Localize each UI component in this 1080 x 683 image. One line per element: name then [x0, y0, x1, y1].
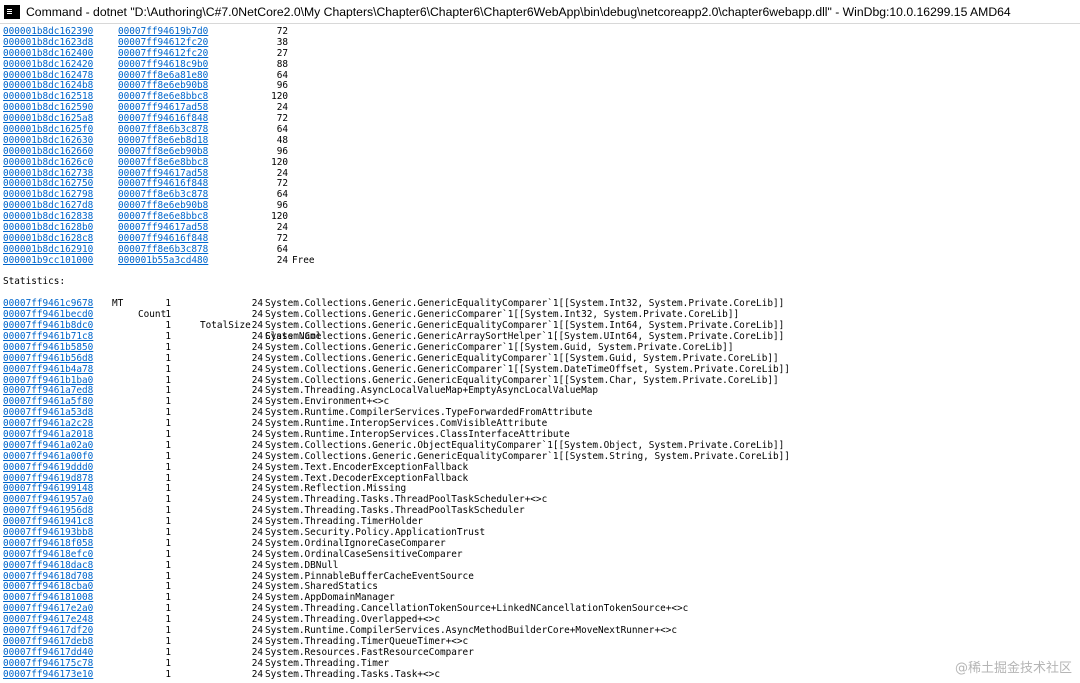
total-size: 24	[251, 363, 263, 375]
object-count: 1	[165, 657, 171, 669]
statistics-row: 00007ff946175c78 1 24 System.Threading.Time…	[3, 657, 1080, 670]
total-size: 24	[251, 461, 263, 473]
object-count: 1	[165, 450, 171, 462]
method-table-link[interactable]: 00007ff946173e10	[3, 669, 93, 681]
object-size: 24	[276, 254, 288, 266]
object-address-link[interactable]: 000001b9cc101000	[3, 255, 93, 267]
statistics-row: 00007ff94618dac8 1 24 System.DBNull	[3, 559, 1080, 572]
statistics-row: 00007ff9461b56d8 1 24 System.Collections.Ge…	[3, 352, 1080, 365]
object-count: 1	[165, 559, 171, 571]
total-size: 24	[251, 559, 263, 571]
class-name: System.Collections.Generic.GenericEquali…	[265, 352, 779, 364]
class-name: System.DBNull	[265, 559, 339, 571]
total-size: 24	[251, 352, 263, 364]
method-table-link[interactable]: 00007ff94618dac8	[3, 560, 93, 572]
total-size: 24	[251, 668, 263, 680]
object-size: 120	[271, 156, 288, 168]
heap-object-list: 000001b8dc162390 00007ff94619b7d0 72 000001…	[3, 26, 1080, 267]
total-size: 24	[251, 450, 263, 462]
object-address-link[interactable]: 000001b8dc1626c0	[3, 157, 93, 169]
class-name: System.Text.EncoderExceptionFallback	[265, 461, 469, 473]
class-name: System.Collections.Generic.GenericCompar…	[265, 363, 790, 375]
command-output[interactable]: 000001b8dc162390 00007ff94619b7d0 72 000001…	[3, 26, 1080, 683]
object-count: 1	[165, 363, 171, 375]
object-count: 1	[165, 668, 171, 680]
window-title-bar[interactable]: Command - dotnet "D:\Authoring\C#7.0NetC…	[0, 0, 1080, 24]
statistics-list: 00007ff9461c9678 1 24 System.Collections.Ge…	[3, 298, 1080, 681]
class-name: System.Threading.Tasks.Task+<>c	[265, 668, 440, 680]
statistics-row: 00007ff94619ddd0 1 24 System.Text.EncoderEx…	[3, 461, 1080, 474]
heap-object-row: 000001b8dc1626c0 00007ff8e6e8bbc8 120	[3, 156, 1080, 169]
heap-object-row: 000001b9cc101000 000001b55a3cd480 24 Free	[3, 254, 1080, 267]
object-address-link[interactable]: 000001b8dc162420	[3, 59, 93, 71]
method-table-link[interactable]: 00007ff94619ddd0	[3, 462, 93, 474]
object-size: 88	[276, 58, 288, 70]
statistics-row: 00007ff9461b4a78 1 24 System.Collections.Ge…	[3, 363, 1080, 376]
method-table-link[interactable]: 00007ff8e6e8bbc8	[118, 157, 208, 169]
statistics-row: 00007ff9461a00f0 1 24 System.Collections.Ge…	[3, 450, 1080, 463]
window-title: Command - dotnet "D:\Authoring\C#7.0NetC…	[26, 4, 1011, 19]
object-count: 1	[165, 352, 171, 364]
statistics-label: Statistics:	[3, 276, 66, 288]
object-note: Free	[292, 254, 315, 266]
method-table-link[interactable]: 000001b55a3cd480	[118, 255, 208, 267]
heap-object-row: 000001b8dc162420 00007ff94618c9b0 88	[3, 58, 1080, 71]
object-count: 1	[165, 461, 171, 473]
command-window-icon	[4, 4, 20, 19]
statistics-row: 00007ff94618efc0 1 24 System.OrdinalCaseSen…	[3, 549, 1080, 561]
method-table-link[interactable]: 00007ff9461a00f0	[3, 451, 93, 463]
method-table-link[interactable]: 00007ff9461b4a78	[3, 364, 93, 376]
total-size: 24	[251, 657, 263, 669]
watermark: @稀土掘金技术社区	[954, 661, 1072, 676]
class-name: System.Collections.Generic.GenericEquali…	[265, 450, 790, 462]
method-table-link[interactable]: 00007ff94618c9b0	[118, 59, 208, 71]
method-table-link[interactable]: 00007ff946175c78	[3, 658, 93, 670]
statistics-row: 00007ff946173e10 1 24 System.Threading.Task…	[3, 668, 1080, 681]
class-name: System.Threading.Timer	[265, 657, 390, 669]
method-table-link[interactable]: 00007ff9461b56d8	[3, 353, 93, 365]
